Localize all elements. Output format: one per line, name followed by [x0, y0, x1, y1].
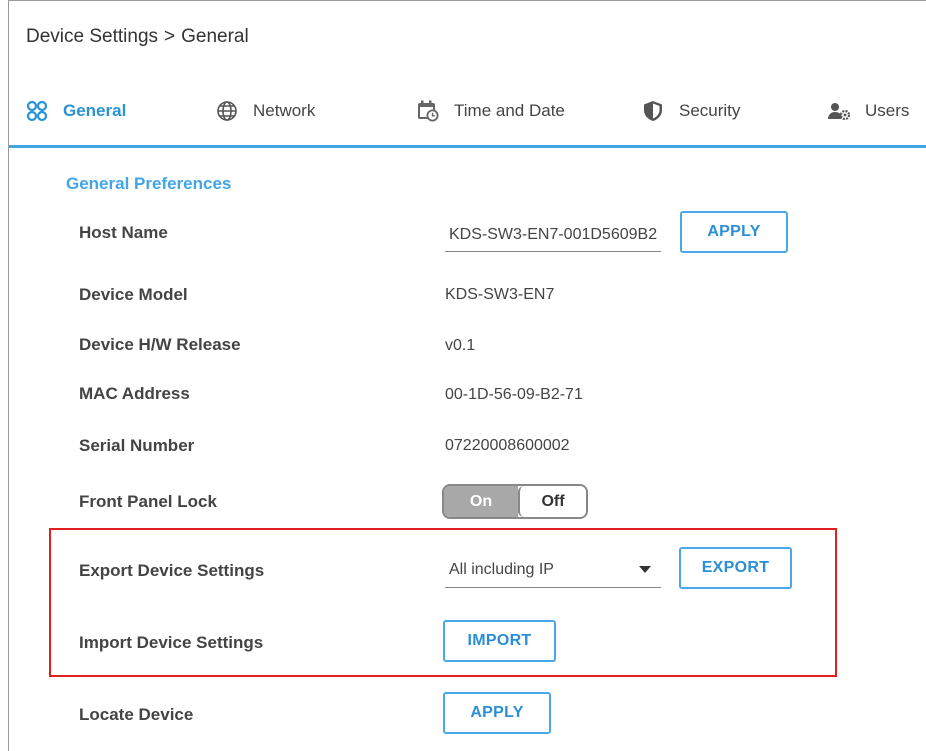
calendar-clock-icon — [416, 99, 440, 123]
export-scope-select[interactable]: All including IP — [445, 552, 661, 588]
serial-number-value: 07220008600002 — [445, 437, 570, 454]
breadcrumb: Device Settings > General — [26, 26, 249, 48]
import-button[interactable]: IMPORT — [443, 620, 556, 662]
tab-security-label: Security — [679, 101, 741, 120]
breadcrumb-parent[interactable]: Device Settings — [26, 26, 158, 47]
host-name-apply-button[interactable]: APPLY — [680, 211, 788, 253]
export-scope-value: All including IP — [449, 560, 554, 578]
toggle-off-option[interactable]: Off — [518, 486, 586, 517]
locate-device-apply-button[interactable]: APPLY — [443, 692, 551, 734]
settings-tab-bar: General Network Time and Date Security U… — [9, 90, 926, 148]
general-grid-icon — [25, 99, 49, 123]
tab-general[interactable]: General — [25, 98, 126, 124]
tab-users[interactable]: Users — [827, 98, 909, 124]
breadcrumb-separator: > — [164, 26, 176, 47]
toggle-on-option[interactable]: On — [444, 486, 518, 517]
tab-general-label: General — [63, 101, 127, 120]
mac-address-value: 00-1D-56-09-B2-71 — [445, 386, 583, 403]
device-model-label: Device Model — [79, 285, 188, 304]
front-panel-lock-toggle[interactable]: On Off — [442, 484, 588, 519]
locate-device-label: Locate Device — [79, 705, 194, 724]
users-gear-icon — [827, 99, 851, 123]
section-title: General Preferences — [66, 174, 232, 193]
host-name-label: Host Name — [79, 223, 168, 242]
hw-release-label: Device H/W Release — [79, 335, 241, 354]
device-model-value: KDS-SW3-EN7 — [445, 286, 555, 303]
breadcrumb-current: General — [181, 26, 249, 47]
serial-number-label: Serial Number — [79, 436, 195, 455]
export-settings-label: Export Device Settings — [79, 561, 265, 580]
export-button[interactable]: EXPORT — [679, 547, 792, 589]
mac-address-label: MAC Address — [79, 384, 190, 403]
hw-release-value: v0.1 — [445, 337, 476, 354]
tab-time-and-date-label: Time and Date — [454, 101, 565, 120]
tab-time-and-date[interactable]: Time and Date — [416, 98, 565, 124]
chevron-down-icon — [639, 566, 651, 573]
tab-security[interactable]: Security — [641, 98, 740, 124]
shield-icon — [641, 99, 665, 123]
tab-network-label: Network — [253, 101, 316, 120]
host-name-input[interactable] — [445, 218, 661, 252]
tab-network[interactable]: Network — [215, 98, 315, 124]
import-settings-label: Import Device Settings — [79, 633, 264, 652]
tab-users-label: Users — [865, 101, 910, 120]
globe-network-icon — [215, 99, 239, 123]
front-panel-lock-label: Front Panel Lock — [79, 492, 217, 511]
